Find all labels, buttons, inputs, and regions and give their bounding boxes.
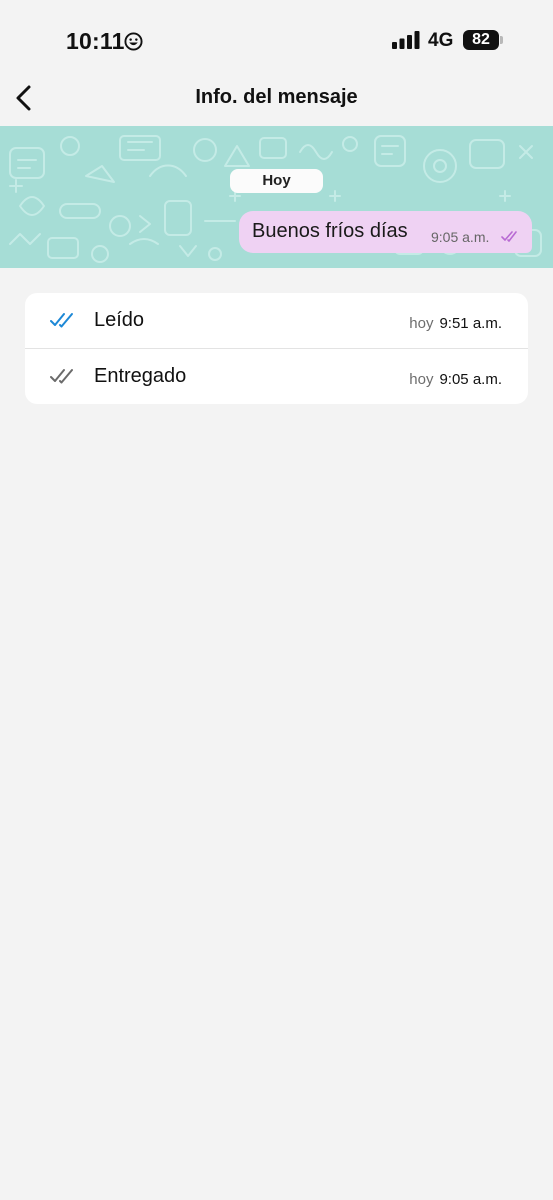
receipt-clock: 9:51 a.m. [439,315,502,332]
message-text: Buenos fríos días [252,220,408,242]
receipt-time-read: hoy 9:51 a.m. [409,315,502,332]
receipt-card: Leído hoy 9:51 a.m. Entregado hoy 9:05 a.m… [25,293,528,404]
message-bubble[interactable]: Buenos fríos días 9:05 a.m. [239,211,532,253]
receipt-clock: 9:05 a.m. [439,371,502,388]
message-time: 9:05 a.m. [431,229,490,245]
network-type: 4G [428,30,454,51]
battery-icon: 82 [463,30,499,50]
receipt-day: hoy [409,371,434,388]
double-check-read-icon [50,313,73,328]
receipt-day: hoy [409,315,434,332]
status-bar: 10:11 4G 82 [0,0,553,80]
receipt-label-delivered: Entregado [94,365,187,387]
battery-tip [500,36,503,44]
receipt-label-read: Leído [94,309,145,331]
page-title: Info. del mensaje [195,86,358,108]
header-bar: Info. del mensaje [0,72,553,126]
chat-preview: Hoy Buenos fríos días 9:05 a.m. [0,126,553,268]
smiley-icon [124,32,143,51]
double-check-delivered-icon [50,369,73,384]
date-chip: Hoy [230,169,323,193]
signal-bars-icon [392,31,420,49]
double-check-icon [501,231,517,242]
receipt-row-delivered: Entregado hoy 9:05 a.m. [25,349,528,404]
status-time: 10:11 [66,28,125,54]
receipt-time-delivered: hoy 9:05 a.m. [409,371,502,388]
receipt-row-read: Leído hoy 9:51 a.m. [25,293,528,348]
